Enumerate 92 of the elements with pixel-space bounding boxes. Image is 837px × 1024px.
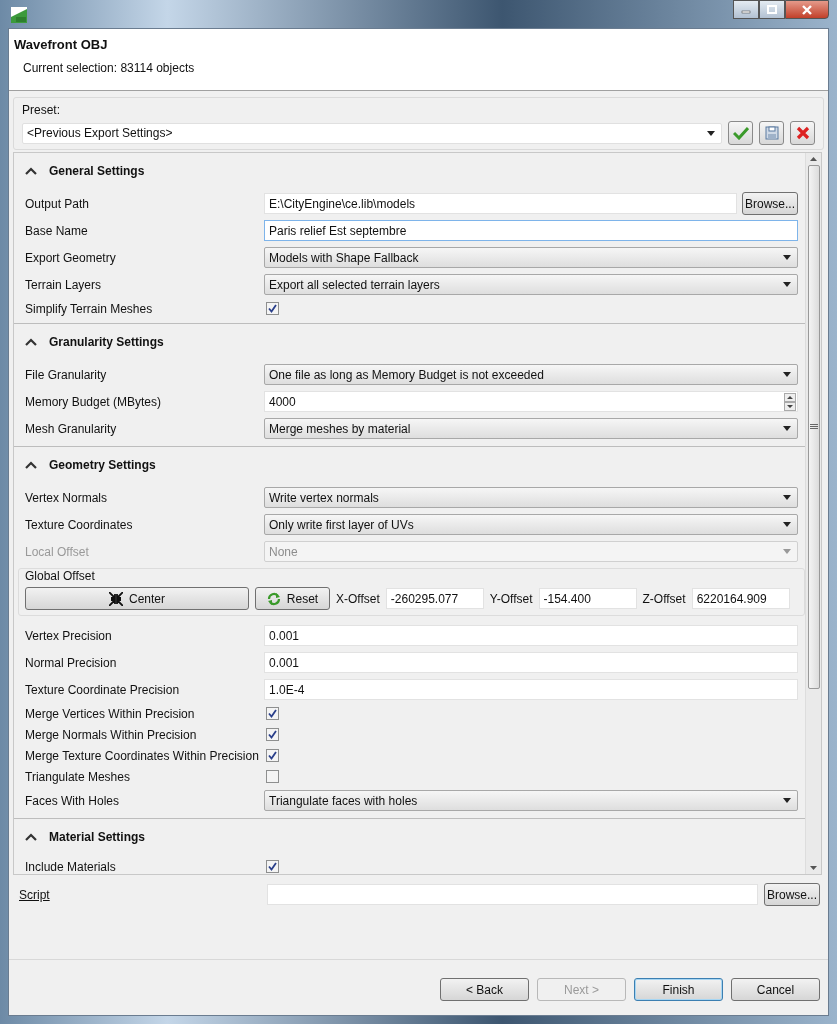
text-field[interactable]: Paris relief Est septembre [264, 220, 798, 241]
field-label: Export Geometry [25, 250, 117, 265]
delete-icon [795, 126, 810, 140]
apply-button[interactable] [728, 121, 753, 145]
field-label: Include Materials [25, 859, 117, 874]
minimize-button[interactable] [733, 0, 759, 19]
field-label: Terrain Layers [25, 277, 103, 292]
dropdown[interactable]: Write vertex normals [264, 487, 798, 508]
field-label: Merge Normals Within Precision [25, 727, 198, 742]
dropdown[interactable]: Only write first layer of UVs [264, 514, 798, 535]
field-label: Simplify Terrain Meshes [25, 301, 154, 316]
script-link[interactable]: Script [19, 887, 261, 902]
checkbox[interactable] [266, 302, 279, 315]
dropdown[interactable]: Models with Shape Fallback [264, 247, 798, 268]
wizard-button[interactable]: Finish [634, 978, 723, 1001]
collapse-icon[interactable] [25, 167, 37, 175]
field-label: Texture Coordinate Precision [25, 682, 181, 697]
checkbox[interactable] [266, 707, 279, 720]
field-label: Normal Precision [25, 655, 118, 670]
caret-icon [783, 255, 791, 260]
field-label: Memory Budget (MBytes) [25, 394, 163, 409]
caret-icon [783, 522, 791, 527]
checkbox[interactable] [266, 770, 279, 783]
text-field[interactable]: E:\CityEngine\ce.lib\models [264, 193, 737, 214]
text-field[interactable]: 1.0E-4 [264, 679, 798, 700]
collapse-icon[interactable] [25, 338, 37, 346]
caret-icon [783, 426, 791, 431]
close-icon [801, 4, 813, 15]
offset-field[interactable]: -260295.077 [385, 588, 484, 609]
spinner-arrows-icon[interactable] [784, 392, 796, 411]
field-label: Local Offset [25, 544, 90, 559]
browse-button[interactable]: Browse... [742, 192, 798, 215]
field-label: Texture Coordinates [25, 517, 134, 532]
field-label: Merge Vertices Within Precision [25, 706, 196, 721]
caret-icon [707, 130, 715, 136]
dialog-title: Wavefront OBJ [14, 37, 109, 52]
section-title: Geometry Settings [49, 458, 156, 472]
browse-button[interactable]: Browse... [764, 883, 820, 906]
field-label: Triangulate Meshes [25, 769, 131, 784]
field-label: Merge Texture Coordinates Within Precision [25, 748, 260, 763]
offset-label: Y-Offset [489, 591, 533, 606]
collapse-icon[interactable] [25, 461, 37, 469]
scrollbar[interactable] [805, 153, 821, 874]
caret-icon [783, 282, 791, 287]
checkmark-icon [732, 126, 749, 140]
refresh-icon [266, 591, 281, 606]
checkbox[interactable] [266, 749, 279, 762]
caret-icon [783, 372, 791, 377]
caret-icon [783, 495, 791, 500]
spinner-field[interactable]: 4000 [264, 391, 798, 412]
maximize-icon [767, 5, 777, 14]
field-label: Vertex Precision [25, 628, 113, 643]
text-field[interactable]: 0.001 [264, 625, 798, 646]
text-field[interactable]: 0.001 [264, 652, 798, 673]
offset-field[interactable]: 6220164.909 [691, 588, 790, 609]
preset-label: Preset: [22, 103, 60, 117]
app-icon [11, 7, 27, 23]
offset-button[interactable]: Center [25, 587, 249, 610]
checkbox[interactable] [266, 728, 279, 741]
field-label: Faces With Holes [25, 793, 121, 808]
field-label: Mesh Granularity [25, 421, 118, 436]
maximize-button[interactable] [759, 0, 785, 19]
checkbox[interactable] [266, 860, 279, 873]
group-label: Global Offset [25, 569, 95, 583]
offset-label: X-Offset [336, 591, 380, 606]
save-button[interactable] [759, 121, 784, 145]
section-title: Material Settings [49, 830, 146, 844]
selection-info: Current selection: 83114 objects [23, 61, 196, 75]
field-label: Base Name [25, 223, 89, 238]
section-title: Granularity Settings [49, 335, 164, 349]
grip-icon [809, 424, 818, 430]
collapse-icon[interactable] [25, 833, 37, 841]
dropdown[interactable]: Export all selected terrain layers [264, 274, 798, 295]
field-label: File Granularity [25, 367, 108, 382]
wizard-button[interactable]: < Back [440, 978, 529, 1001]
close-button[interactable] [785, 0, 829, 19]
offset-label: Z-Offset [642, 591, 686, 606]
section-title: General Settings [49, 164, 145, 178]
delete-button[interactable] [790, 121, 815, 145]
dropdown[interactable]: Merge meshes by material [264, 418, 798, 439]
caret-icon [783, 549, 791, 554]
offset-field[interactable]: -154.400 [538, 588, 637, 609]
dropdown[interactable]: One file as long as Memory Budget is not exceeded [264, 364, 798, 385]
script-field[interactable] [267, 884, 758, 905]
center-icon [109, 591, 123, 606]
caret-icon [783, 798, 791, 803]
preset-dropdown[interactable]: <Previous Export Settings> [22, 122, 722, 144]
offset-button[interactable]: Reset [255, 587, 330, 610]
dropdown[interactable]: Triangulate faces with holes [264, 790, 798, 811]
wizard-button[interactable]: Cancel [731, 978, 820, 1001]
field-label: Vertex Normals [25, 490, 109, 505]
field-label: Output Path [25, 196, 91, 211]
